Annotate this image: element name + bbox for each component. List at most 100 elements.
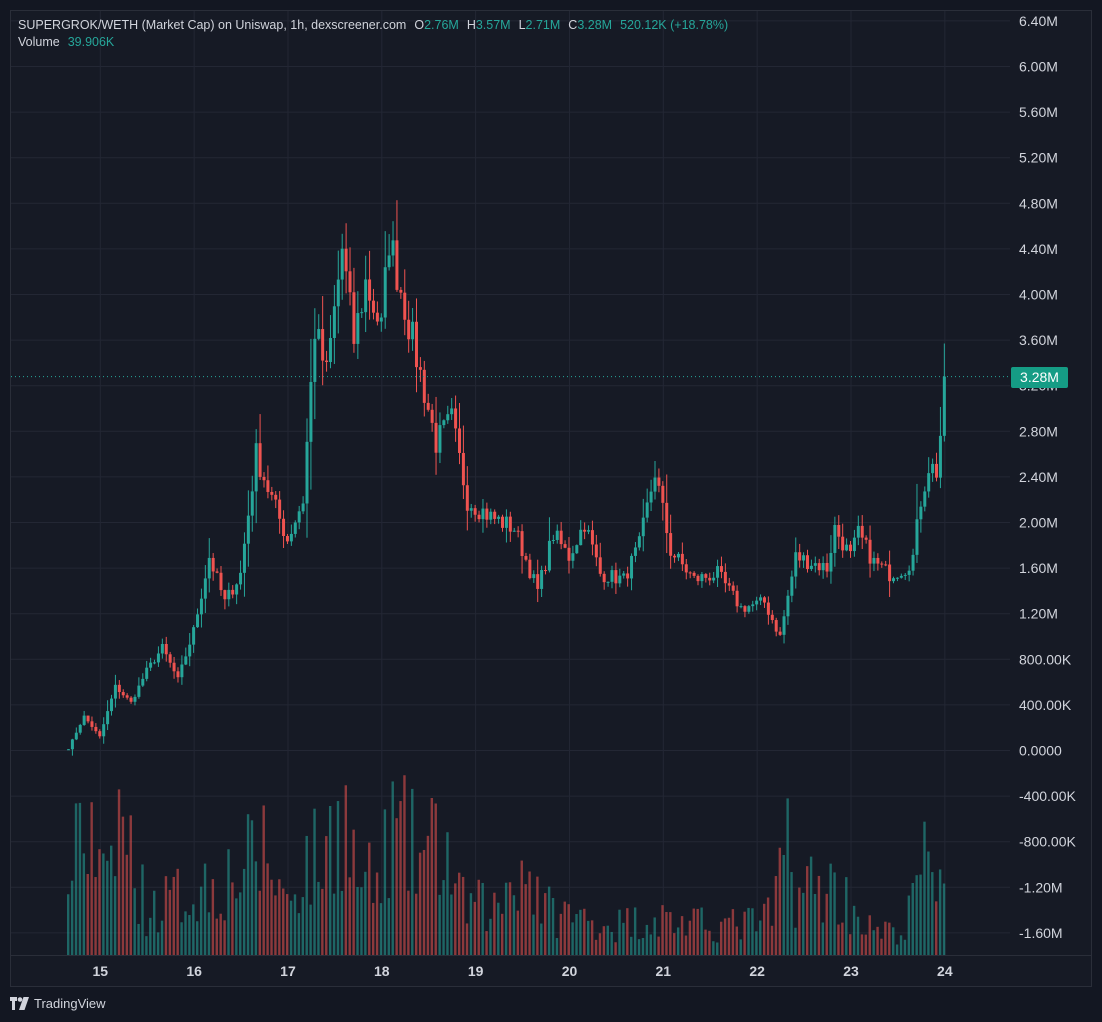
chart-legend: SUPERGROK/WETH (Market Cap) on Uniswap, … <box>18 17 728 51</box>
volume-bar <box>262 805 265 955</box>
legend-symbol: SUPERGROK/WETH (Market Cap) on Uniswap, … <box>18 18 407 32</box>
volume-bar <box>657 936 660 955</box>
candle-body <box>723 571 727 584</box>
candle-body <box>282 518 286 536</box>
volume-bar <box>555 938 559 955</box>
volume-bar <box>383 809 387 955</box>
candle-body <box>239 572 243 585</box>
volume-bar <box>743 911 746 955</box>
candle-body <box>94 726 98 732</box>
candle-body <box>356 313 360 344</box>
candle-body <box>133 696 137 702</box>
candle-body <box>809 565 813 570</box>
y-tick-label: 800.00K <box>1019 651 1072 667</box>
volume-bar <box>145 936 148 955</box>
candle-body <box>289 533 293 542</box>
volume-bar <box>313 808 316 955</box>
candle-body <box>935 463 939 478</box>
y-tick-label: 4.40M <box>1019 241 1058 257</box>
candle-body <box>403 292 407 320</box>
volume-bar <box>504 882 508 955</box>
volume-bar <box>704 929 707 955</box>
legend-high-value: 3.57M <box>475 18 511 32</box>
volume-bar <box>407 890 410 955</box>
y-tick-label: 4.00M <box>1019 287 1058 303</box>
volume-bar <box>669 912 672 955</box>
volume-bar <box>860 934 864 955</box>
volume-bar <box>293 894 297 955</box>
candlestick-chart[interactable]: 6.40M 6.00M 5.60M 5.20M 4.80M 4.40M 4.00M 3.60M… <box>0 0 1102 1022</box>
time-axis[interactable]: 15 16 17 18 19 20 21 22 23 24 <box>92 963 952 979</box>
candle-body <box>868 539 872 564</box>
volume-bar <box>673 933 676 955</box>
y-tick-label: 5.20M <box>1019 150 1058 166</box>
volume-bar <box>485 931 488 955</box>
candle-body <box>563 544 567 548</box>
candle-body <box>649 491 653 503</box>
volume-bar <box>645 924 649 955</box>
candle-body <box>168 654 172 663</box>
y-tick-label: 0.0000 <box>1019 743 1062 759</box>
candle-body <box>360 312 364 314</box>
candle-body <box>325 360 329 363</box>
candle-body <box>817 563 821 571</box>
volume-bar <box>637 939 641 955</box>
candle-body <box>317 329 321 339</box>
candle-body <box>375 312 379 322</box>
volume-bar <box>356 886 359 955</box>
candle-body <box>465 485 469 511</box>
volume-bar <box>559 913 563 955</box>
candle-body <box>469 508 473 511</box>
candle-body <box>919 506 923 520</box>
volume-bar <box>94 877 97 955</box>
volume-bar <box>852 905 856 955</box>
volume-bar <box>798 887 801 955</box>
volume-bar <box>841 922 844 955</box>
candle-body <box>438 425 442 453</box>
volume-bar <box>149 917 152 955</box>
candle-body <box>278 499 282 519</box>
candle-body <box>555 530 559 540</box>
x-tick-label: 15 <box>92 963 108 979</box>
volume-bar <box>461 876 465 955</box>
volume-bar <box>156 932 160 955</box>
candle-body <box>821 562 825 571</box>
legend-close-label: C <box>568 18 578 32</box>
volume-bar <box>575 914 578 955</box>
candle-body <box>86 715 90 722</box>
y-tick-label: -1.20M <box>1019 879 1063 895</box>
candle-body <box>622 573 626 576</box>
candle-body <box>731 585 735 591</box>
volume-bar <box>888 922 891 955</box>
volume-bar <box>610 931 613 955</box>
candle-body <box>117 684 121 693</box>
volume-bar <box>813 894 817 955</box>
y-tick-label: 400.00K <box>1019 697 1072 713</box>
tradingview-brand[interactable]: TradingView <box>10 996 106 1011</box>
candle-body <box>192 627 196 645</box>
volume-bar <box>309 904 312 955</box>
volume-bar <box>923 821 926 955</box>
candle-body <box>567 547 571 561</box>
candle-body <box>931 463 935 474</box>
volume-bar <box>755 931 758 955</box>
candle-body <box>293 522 297 534</box>
volume-bar <box>895 944 899 955</box>
volume-bar <box>348 877 351 955</box>
candle-body <box>778 631 782 635</box>
legend-low-value: 2.71M <box>525 18 561 32</box>
candle-body <box>258 443 262 477</box>
volume-bar <box>160 920 164 955</box>
volume-bar <box>927 851 930 955</box>
volume-bar <box>837 924 840 955</box>
candle-body <box>852 537 856 552</box>
candle-body <box>110 698 114 712</box>
candle-body <box>368 279 372 301</box>
volume-bar <box>352 829 355 955</box>
price-axis[interactable]: 6.40M 6.00M 5.60M 5.20M 4.80M 4.40M 4.00M 3.60M… <box>1019 13 1076 941</box>
volume-bar <box>563 901 566 955</box>
volume-bar <box>649 934 652 955</box>
legend-change: 520.12K (+18.78%) <box>620 18 729 32</box>
candle-body <box>98 731 102 737</box>
volume-bar <box>67 894 70 955</box>
